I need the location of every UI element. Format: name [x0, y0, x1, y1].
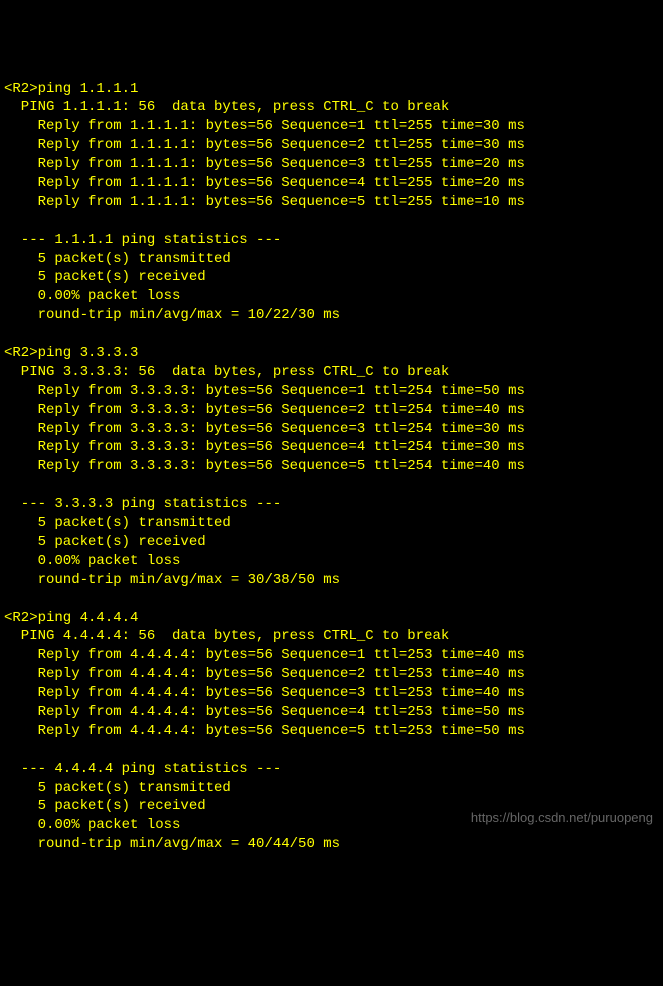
- stats-line: 0.00% packet loss: [4, 287, 659, 306]
- command-line: <R2>ping 3.3.3.3: [4, 344, 659, 363]
- blank-line: [4, 476, 659, 495]
- ping-reply-line: Reply from 4.4.4.4: bytes=56 Sequence=4 …: [4, 703, 659, 722]
- stats-header: --- 4.4.4.4 ping statistics ---: [4, 760, 659, 779]
- blank-line: [4, 325, 659, 344]
- blank-line: [4, 741, 659, 760]
- ping-reply-line: Reply from 1.1.1.1: bytes=56 Sequence=4 …: [4, 174, 659, 193]
- ping-reply-line: Reply from 4.4.4.4: bytes=56 Sequence=1 …: [4, 646, 659, 665]
- ping-reply-line: Reply from 3.3.3.3: bytes=56 Sequence=5 …: [4, 457, 659, 476]
- stats-line: 5 packet(s) transmitted: [4, 779, 659, 798]
- ping-header: PING 1.1.1.1: 56 data bytes, press CTRL_…: [4, 98, 659, 117]
- stats-line: 0.00% packet loss: [4, 552, 659, 571]
- ping-reply-line: Reply from 3.3.3.3: bytes=56 Sequence=1 …: [4, 382, 659, 401]
- ping-reply-line: Reply from 4.4.4.4: bytes=56 Sequence=2 …: [4, 665, 659, 684]
- stats-line: round-trip min/avg/max = 10/22/30 ms: [4, 306, 659, 325]
- stats-line: round-trip min/avg/max = 30/38/50 ms: [4, 571, 659, 590]
- ping-reply-line: Reply from 1.1.1.1: bytes=56 Sequence=1 …: [4, 117, 659, 136]
- ping-reply-line: Reply from 3.3.3.3: bytes=56 Sequence=4 …: [4, 438, 659, 457]
- watermark-text: https://blog.csdn.net/puruopeng: [471, 809, 653, 827]
- ping-reply-line: Reply from 1.1.1.1: bytes=56 Sequence=2 …: [4, 136, 659, 155]
- command-line: <R2>ping 1.1.1.1: [4, 80, 659, 99]
- stats-header: --- 1.1.1.1 ping statistics ---: [4, 231, 659, 250]
- ping-reply-line: Reply from 4.4.4.4: bytes=56 Sequence=5 …: [4, 722, 659, 741]
- command-line: <R2>ping 4.4.4.4: [4, 609, 659, 628]
- stats-line: 5 packet(s) received: [4, 268, 659, 287]
- stats-line: round-trip min/avg/max = 40/44/50 ms: [4, 835, 659, 854]
- ping-reply-line: Reply from 1.1.1.1: bytes=56 Sequence=3 …: [4, 155, 659, 174]
- ping-reply-line: Reply from 3.3.3.3: bytes=56 Sequence=2 …: [4, 401, 659, 420]
- blank-line: [4, 212, 659, 231]
- ping-reply-line: Reply from 4.4.4.4: bytes=56 Sequence=3 …: [4, 684, 659, 703]
- ping-reply-line: Reply from 1.1.1.1: bytes=56 Sequence=5 …: [4, 193, 659, 212]
- stats-line: 5 packet(s) transmitted: [4, 250, 659, 269]
- ping-header: PING 4.4.4.4: 56 data bytes, press CTRL_…: [4, 627, 659, 646]
- terminal-output[interactable]: <R2>ping 1.1.1.1 PING 1.1.1.1: 56 data b…: [4, 80, 659, 855]
- stats-header: --- 3.3.3.3 ping statistics ---: [4, 495, 659, 514]
- ping-header: PING 3.3.3.3: 56 data bytes, press CTRL_…: [4, 363, 659, 382]
- blank-line: [4, 590, 659, 609]
- stats-line: 5 packet(s) received: [4, 533, 659, 552]
- ping-reply-line: Reply from 3.3.3.3: bytes=56 Sequence=3 …: [4, 420, 659, 439]
- stats-line: 5 packet(s) transmitted: [4, 514, 659, 533]
